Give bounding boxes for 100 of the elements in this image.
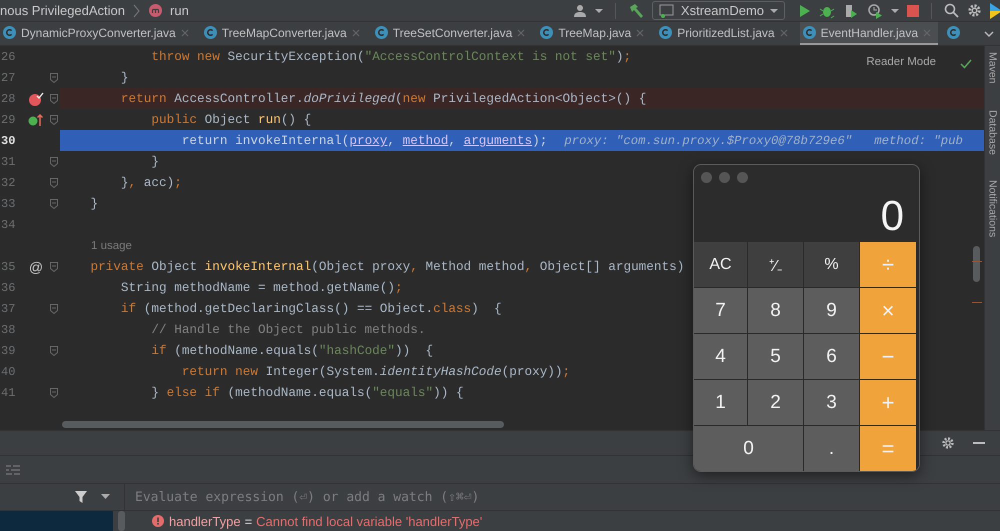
line-number: 34 [0, 218, 16, 232]
caret-icon[interactable] [891, 8, 899, 14]
calculator-key[interactable]: 9 [804, 288, 859, 333]
window-control-icon[interactable] [701, 172, 712, 182]
fold-icon[interactable] [50, 304, 58, 314]
line-number: 30 [0, 134, 16, 148]
code-line: // Handle the Object public methods. [150, 322, 426, 337]
variable-name: handlerType [169, 514, 241, 528]
line-number: 37 [0, 302, 16, 316]
code-line: return invokeInternal(proxy, method, arguments); [180, 133, 548, 148]
settings-icon[interactable] [941, 436, 955, 450]
profiler-icon[interactable] [867, 2, 883, 18]
fold-icon[interactable] [50, 198, 58, 208]
usage-hint[interactable]: 1 usage [91, 240, 132, 252]
calculator-key[interactable]: 3 [804, 380, 859, 425]
code-line: return AccessController.doPrivileged(new PrivilegedAction<Object>() { [120, 91, 646, 106]
close-icon[interactable] [636, 28, 644, 36]
close-icon[interactable] [780, 28, 788, 36]
file-tab[interactable]: EventHandler.java [800, 22, 938, 45]
settings-icon[interactable] [967, 3, 982, 18]
scrollbar-thumb[interactable] [118, 511, 125, 531]
code-line: String methodName = method.getName(); [120, 280, 403, 295]
file-tab[interactable]: DynamicProxyConverter.java [0, 22, 196, 45]
app-logo-icon[interactable] [990, 2, 1000, 18]
annotation-marker[interactable]: @ [28, 258, 44, 274]
coverage-icon[interactable] [843, 2, 859, 18]
error-icon [152, 515, 164, 527]
fold-icon[interactable] [50, 346, 58, 356]
calculator-key[interactable]: 0 [694, 426, 803, 471]
calculator-key[interactable]: . [804, 426, 859, 471]
window-control-icon[interactable] [719, 172, 730, 182]
calculator-key[interactable]: 8 [748, 288, 803, 333]
tool-window-tab[interactable]: Maven [986, 52, 998, 84]
fold-icon[interactable] [50, 72, 58, 82]
code-line: throw new SecurityException("AccessControlContext is not set"); [150, 49, 632, 64]
run-icon[interactable] [799, 4, 811, 18]
breakpoint-icon[interactable] [28, 92, 44, 106]
filter-icon[interactable] [75, 491, 87, 503]
code-line: if (method.getDeclaringClass() == Object.class) { [120, 301, 502, 316]
line-number: 41 [0, 386, 16, 400]
file-tab[interactable]: TreeMap.java [537, 22, 652, 45]
close-icon[interactable] [517, 28, 526, 36]
code-line: private Object invokeInternal(Object proxy, Method method, Object[] arguments) [89, 259, 684, 274]
breadcrumb-item[interactable]: nous PrivilegedAction [0, 3, 126, 18]
line-number: 35 [0, 260, 16, 274]
line-number: 27 [0, 70, 16, 84]
calculator-key[interactable]: 1 [694, 380, 747, 425]
fold-icon[interactable] [50, 388, 58, 398]
hammer-icon[interactable] [628, 2, 644, 18]
fold-icon[interactable] [50, 94, 58, 104]
close-icon[interactable] [352, 28, 360, 36]
file-tab[interactable]: TreeMapConverter.java [200, 22, 367, 45]
line-number: 36 [0, 280, 16, 294]
line-number: 31 [0, 154, 16, 168]
run-config-dropdown[interactable]: XstreamDemo [652, 1, 785, 20]
calculator-key[interactable]: ⁺∕₋ [748, 242, 803, 287]
check-icon[interactable] [960, 59, 972, 69]
close-icon[interactable] [180, 28, 189, 36]
file-tab[interactable]: PrioritizedList.java [656, 22, 795, 45]
code-line: } [89, 196, 98, 211]
code-line: } [150, 154, 159, 169]
stop-icon[interactable] [907, 4, 919, 16]
scrollbar-thumb[interactable] [973, 246, 980, 282]
line-number: 38 [0, 322, 16, 336]
breadcrumb-item[interactable]: run [170, 3, 189, 18]
close-icon[interactable] [923, 28, 932, 36]
class-icon [802, 26, 816, 39]
calculator-key[interactable]: % [804, 242, 859, 287]
calculator-key[interactable]: 5 [748, 334, 803, 379]
reader-mode-link[interactable]: Reader Mode [866, 56, 936, 68]
calculator-key[interactable]: 2 [748, 380, 803, 425]
chevron-down-icon[interactable] [984, 30, 994, 36]
line-number: 33 [0, 196, 16, 210]
file-tab[interactable]: TreeSetConverter.java [372, 22, 532, 45]
tool-window-tab[interactable]: Notifications [986, 180, 998, 238]
window-control-icon[interactable] [737, 172, 748, 182]
fold-icon[interactable] [50, 178, 58, 188]
tool-window-tab[interactable]: Database [986, 110, 998, 154]
caret-icon[interactable] [594, 8, 603, 14]
class-icon [374, 26, 388, 39]
fold-icon[interactable] [50, 156, 58, 166]
equals-sign: = [244, 514, 252, 528]
fold-icon[interactable] [50, 262, 58, 272]
user-icon[interactable] [572, 4, 587, 18]
class-icon [3, 26, 16, 39]
search-icon[interactable] [944, 3, 959, 18]
calculator-key[interactable]: 4 [694, 334, 747, 379]
implementation-icon[interactable] [28, 112, 44, 126]
calculator-key[interactable]: 7 [694, 288, 747, 333]
scrollbar-thumb[interactable] [62, 420, 504, 428]
layout-icon[interactable] [6, 464, 20, 474]
caret-icon[interactable] [101, 494, 110, 500]
line-number: 40 [0, 364, 16, 378]
line-number: 39 [0, 344, 16, 358]
calculator-key[interactable]: 6 [804, 334, 859, 379]
calculator-display: 0 [880, 192, 904, 240]
class-icon [659, 26, 672, 39]
calculator-key[interactable]: AC [694, 242, 747, 287]
line-number: 29 [0, 112, 16, 126]
fold-icon[interactable] [50, 114, 58, 124]
